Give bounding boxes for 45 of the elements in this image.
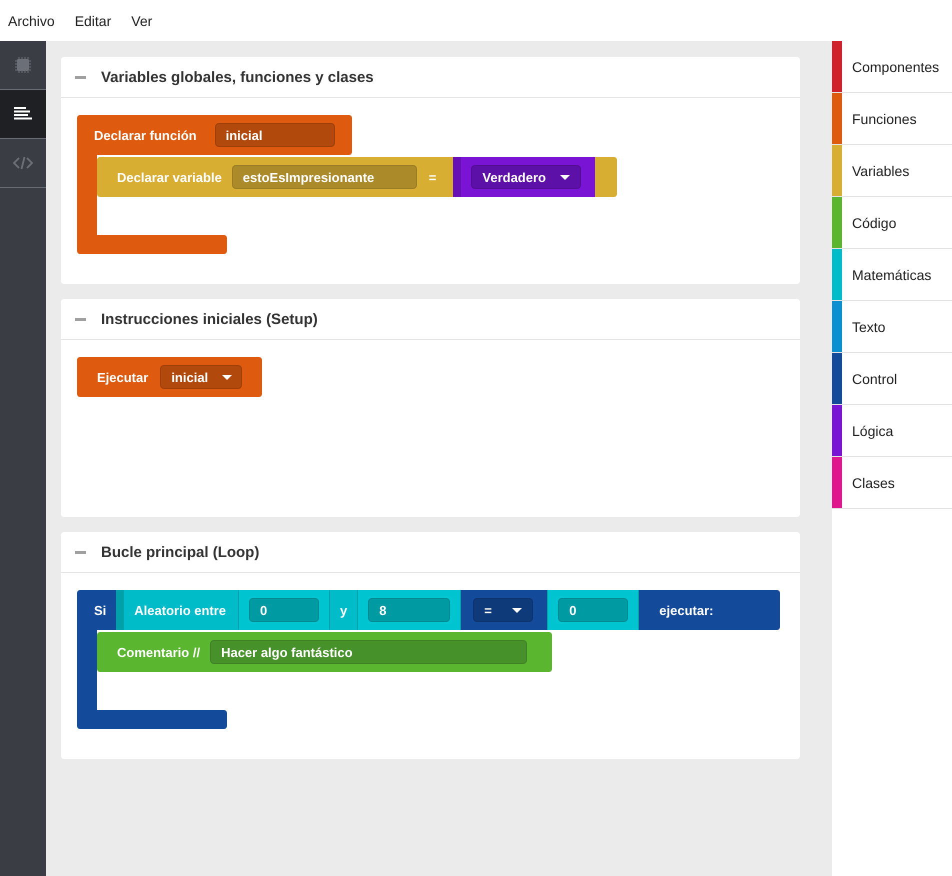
category-item[interactable]: Funciones xyxy=(832,93,952,145)
variable-block[interactable]: Declarar variable estoEsImpresionante = Verdadero xyxy=(97,157,617,197)
collapse-icon[interactable] xyxy=(75,76,86,78)
boolean-block[interactable]: Verdadero xyxy=(453,157,595,197)
category-item[interactable]: Lógica xyxy=(832,405,952,457)
block-label: Ejecutar xyxy=(97,370,148,384)
menu-item[interactable]: Archivo xyxy=(2,12,61,28)
category-item[interactable]: Clases xyxy=(832,457,952,509)
caret-icon xyxy=(222,374,232,380)
block-label: Declarar variable xyxy=(117,170,222,184)
text-lines-icon xyxy=(14,107,32,121)
operator-dropdown[interactable]: = xyxy=(473,598,534,622)
function-block[interactable]: Declarar función inicial xyxy=(77,115,352,155)
block-label: Comentario // xyxy=(117,644,200,660)
function-dropdown[interactable]: inicial xyxy=(160,365,242,389)
caret-icon xyxy=(560,174,570,180)
section-title: Bucle principal (Loop) xyxy=(101,544,260,560)
menu-item[interactable]: Editar xyxy=(68,12,118,28)
chip-icon xyxy=(14,56,32,74)
block-label: y xyxy=(340,602,348,618)
value-dropdown[interactable]: Verdadero xyxy=(471,165,581,189)
category-item[interactable]: Variables xyxy=(832,145,952,197)
block-label: Declarar función xyxy=(94,128,197,142)
caret-icon xyxy=(512,608,522,612)
section-title: Instrucciones iniciales (Setup) xyxy=(101,310,318,328)
name-field[interactable]: inicial xyxy=(214,123,335,147)
category-item[interactable]: Matemáticas xyxy=(832,249,952,301)
category-item[interactable]: Control xyxy=(832,353,952,405)
block-label: ejecutar: xyxy=(659,602,714,618)
code-icon xyxy=(13,156,33,170)
category-item[interactable]: Componentes xyxy=(832,41,952,93)
call-block[interactable]: Ejecutar inicial xyxy=(77,357,262,397)
block-label: Si xyxy=(94,602,106,618)
collapse-icon[interactable] xyxy=(75,318,86,320)
equals-sign: = xyxy=(428,170,436,184)
comment-field[interactable]: Hacer algo fantástico xyxy=(210,640,528,664)
blocks-tab[interactable] xyxy=(0,90,46,139)
if-block[interactable]: Si Aleatorio entre 0 y 8 = 0 ejecutar: xyxy=(77,590,780,630)
collapse-icon[interactable] xyxy=(75,550,86,554)
category-item[interactable]: Texto xyxy=(832,301,952,353)
block-label: Aleatorio entre xyxy=(134,602,226,618)
comment-block[interactable]: Comentario // Hacer algo fantástico xyxy=(97,632,552,672)
section-title: Variables globales, funciones y clases xyxy=(101,68,374,86)
category-item[interactable]: Código xyxy=(832,197,952,249)
menu-item[interactable]: Ver xyxy=(125,12,158,28)
